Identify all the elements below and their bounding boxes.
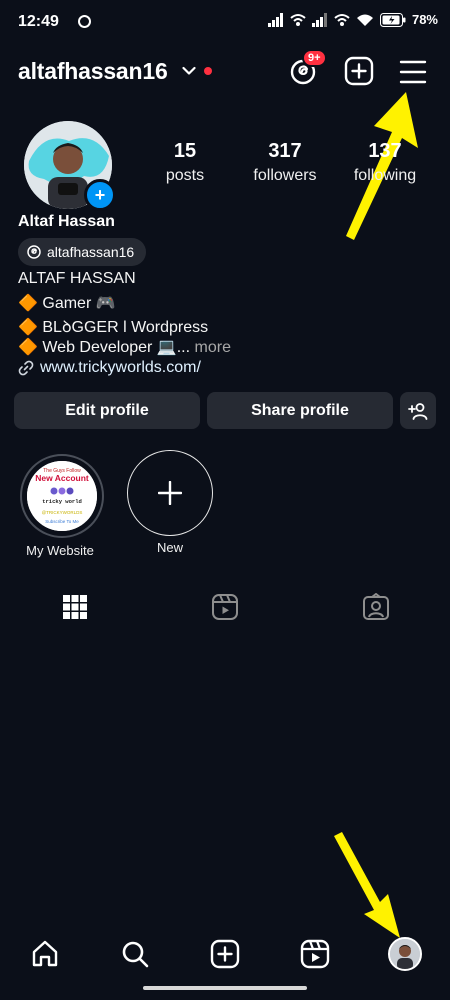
- highlight-cover: The Guys Follow New Account tricky world…: [27, 461, 97, 531]
- svg-text:Subscribe To Me: Subscribe To Me: [45, 519, 79, 524]
- add-person-icon: [408, 402, 428, 420]
- profile-website-link[interactable]: www.trickyworlds.com/: [18, 359, 201, 377]
- profile-website-text: www.trickyworlds.com/: [40, 359, 201, 376]
- threads-handle-pill[interactable]: altafhassan16: [18, 238, 147, 266]
- svg-text:@TRICKYWORLDS: @TRICKYWORLDS: [42, 510, 83, 515]
- account-username[interactable]: altafhassan16: [18, 58, 168, 85]
- profile-full-name: Altaf Hassan: [18, 213, 115, 230]
- wifi-icon: [356, 14, 373, 26]
- wifi-calling-icon: [290, 13, 306, 26]
- svg-text:tricky world: tricky world: [42, 498, 82, 505]
- highlight-label-my-website: My Website: [26, 543, 94, 558]
- stat-following-count: 137: [368, 140, 402, 162]
- status-time: 12:49: [18, 13, 59, 30]
- bio-line-2: 🔶 Gamer 🎮: [18, 295, 116, 312]
- bio-line-4-text: 🔶 Web Developer 💻...: [18, 339, 191, 356]
- reels-tab-icon[interactable]: [211, 593, 239, 621]
- stat-followers-count: 317: [268, 140, 302, 162]
- link-icon: [18, 360, 34, 376]
- chevron-down-icon[interactable]: [182, 66, 196, 76]
- bio-more-link[interactable]: more: [195, 339, 231, 356]
- wifi-calling-icon-2: [334, 13, 350, 26]
- share-profile-button[interactable]: Share profile: [207, 392, 393, 429]
- new-highlight-button[interactable]: [127, 450, 213, 536]
- bio-line-3: 🔶 BLꝺGGER l Wordpress: [18, 319, 209, 336]
- highlight-label-new: New: [156, 540, 183, 555]
- threads-logo-icon: [27, 245, 41, 259]
- stat-following[interactable]: 137 following: [330, 140, 440, 185]
- stat-posts-count: 15: [173, 140, 197, 162]
- notification-badge: 9+: [302, 49, 327, 67]
- svg-text:New Account: New Account: [35, 473, 89, 483]
- profile-tab-avatar[interactable]: [388, 937, 422, 971]
- edit-profile-button[interactable]: Edit profile: [14, 392, 200, 429]
- stat-posts-label: posts: [165, 167, 205, 184]
- threads-handle-text: altafhassan16: [47, 244, 135, 260]
- annotation-arrow-bottom: [334, 832, 400, 938]
- add-story-plus-icon[interactable]: +: [84, 179, 116, 211]
- plus-icon: [158, 481, 182, 505]
- bio-line-1: ALTAF HASSAN: [18, 270, 136, 287]
- status-bar: 12:49 78%: [0, 0, 450, 46]
- stat-posts[interactable]: 15 posts: [130, 140, 240, 185]
- profile-tab-photo: [390, 939, 420, 969]
- status-icons: 78%: [267, 12, 438, 27]
- home-indicator: [143, 986, 307, 990]
- stat-followers[interactable]: 317 followers: [230, 140, 340, 185]
- tagged-tab-icon[interactable]: [362, 593, 390, 621]
- battery-percent: 78%: [411, 12, 438, 27]
- home-icon[interactable]: [30, 939, 60, 969]
- search-icon[interactable]: [120, 939, 150, 969]
- signal-icon: [267, 12, 283, 27]
- threads-status-icon: [78, 15, 91, 28]
- highlight-cover-art: The Guys Follow New Account tricky world…: [27, 461, 97, 531]
- reels-icon[interactable]: [300, 939, 330, 969]
- create-post-icon[interactable]: [344, 56, 374, 86]
- menu-icon[interactable]: [398, 57, 428, 87]
- grid-icon[interactable]: [61, 593, 89, 621]
- unread-dot: [204, 67, 212, 75]
- stat-followers-label: followers: [253, 167, 317, 184]
- battery-icon: [379, 12, 406, 27]
- bio-line-4: 🔶 Web Developer 💻... more: [18, 337, 231, 357]
- create-icon[interactable]: [210, 939, 240, 969]
- signal-icon-2: [311, 12, 327, 27]
- stat-following-label: following: [353, 167, 417, 184]
- discover-people-button[interactable]: [400, 392, 436, 429]
